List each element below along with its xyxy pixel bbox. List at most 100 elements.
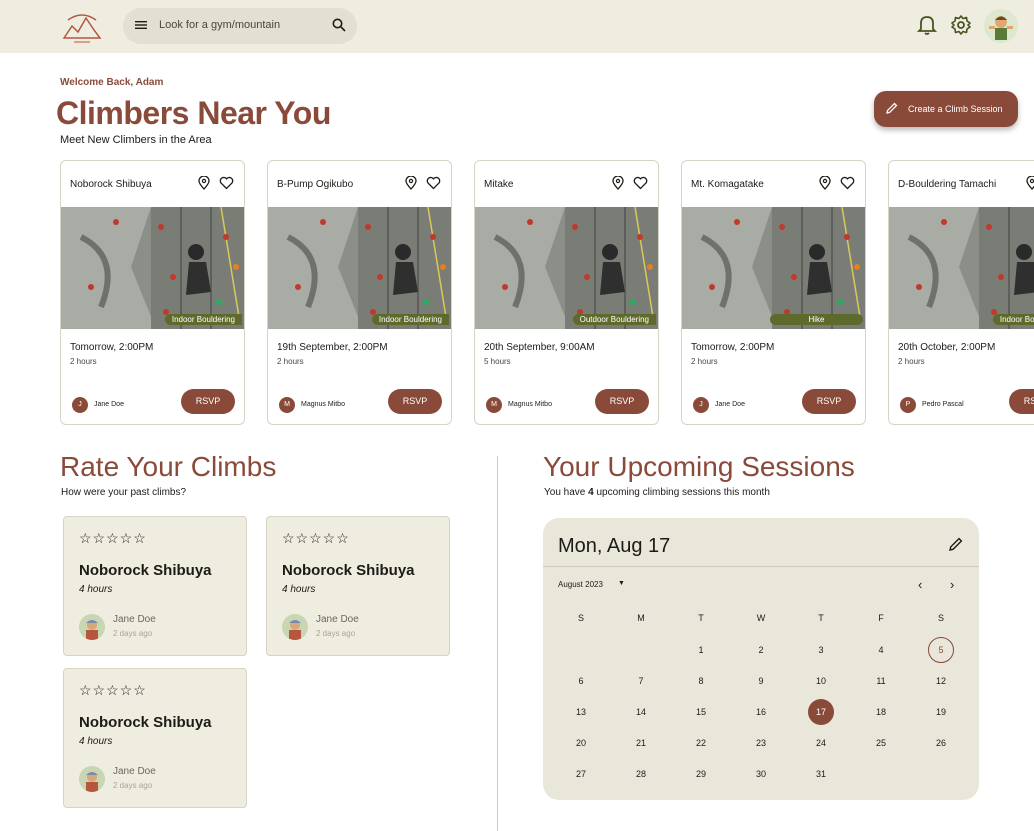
host-name: Magnus Mitbo (301, 401, 345, 408)
favorite-heart-icon[interactable] (633, 176, 648, 195)
calendar-day[interactable]: 21 (628, 730, 654, 756)
activity-tag: Outdoor Bouldering (572, 314, 656, 325)
search-icon[interactable] (331, 17, 347, 33)
calendar-day[interactable]: 24 (808, 730, 834, 756)
climbers-near-you-list: Noborock Shibuya Indoor Bouldering Tomorro… (60, 160, 1034, 426)
climb-hours: 4 hours (282, 584, 316, 595)
upcoming-section-subtitle: You have 4 upcoming climbing sessions th… (544, 487, 770, 498)
calendar-day[interactable]: 27 (568, 761, 594, 787)
calendar-day[interactable]: 5 (928, 637, 954, 663)
calendar-day[interactable]: 3 (808, 637, 834, 663)
climb-logo[interactable] (60, 8, 104, 46)
gear-icon[interactable] (950, 14, 972, 36)
calendar-day[interactable]: 23 (748, 730, 774, 756)
section-divider (497, 456, 498, 831)
calendar-day[interactable]: 20 (568, 730, 594, 756)
rsvp-button[interactable]: RSVP (595, 389, 649, 414)
session-time: 20th October, 2:00PM (898, 342, 996, 353)
session-gym-name: Mitake (484, 179, 514, 190)
rated-time-ago: 2 days ago (113, 781, 153, 790)
edit-icon[interactable] (948, 536, 964, 552)
session-duration: 2 hours (691, 357, 718, 366)
search-bar[interactable]: Look for a gym/mountain (123, 8, 357, 44)
chevron-left-icon[interactable]: ‹ (918, 577, 922, 592)
calendar-day[interactable]: 10 (808, 668, 834, 694)
calendar-day[interactable]: 11 (868, 668, 894, 694)
calendar-day[interactable]: 28 (628, 761, 654, 787)
session-photo: Outdoor Bouldering (475, 207, 658, 329)
menu-icon[interactable] (134, 18, 148, 32)
session-card[interactable]: B-Pump Ogikubo Indoor Bouldering 19th Sept… (267, 160, 452, 425)
session-gym-name: B-Pump Ogikubo (277, 179, 354, 190)
calendar-day[interactable]: 31 (808, 761, 834, 787)
calendar-day[interactable]: 2 (748, 637, 774, 663)
session-card[interactable]: Mt. Komagatake Hike Tomorrow, 2:00PM 2 hour… (681, 160, 866, 425)
rsvp-button[interactable]: RSVP (388, 389, 442, 414)
session-time: Tomorrow, 2:00PM (70, 342, 154, 353)
calendar-day[interactable]: 7 (628, 668, 654, 694)
star-rating-input[interactable]: ☆☆☆☆☆ (79, 530, 147, 547)
create-climb-session-button[interactable]: Create a Climb Session (874, 91, 1018, 127)
session-gym-name: Mt. Komagatake (691, 179, 764, 190)
calendar-day[interactable]: 17 (808, 699, 834, 725)
climber-avatar (282, 614, 308, 640)
calendar-day[interactable]: 1 (688, 637, 714, 663)
calendar-day[interactable]: 26 (928, 730, 954, 756)
rsvp-button[interactable]: RSVP (802, 389, 856, 414)
session-duration: 2 hours (277, 357, 304, 366)
session-card[interactable]: Noborock Shibuya Indoor Bouldering Tomorro… (60, 160, 245, 425)
calendar-day[interactable]: 25 (868, 730, 894, 756)
session-gym-name: D-Bouldering Tamachi (898, 179, 997, 190)
calendar-day[interactable]: 6 (568, 668, 594, 694)
climber-avatar (79, 614, 105, 640)
calendar-day[interactable]: 14 (628, 699, 654, 725)
rate-section-title: Rate Your Climbs (60, 451, 277, 482)
bell-icon[interactable] (917, 14, 937, 36)
month-selector[interactable]: August 2023 (558, 580, 603, 589)
favorite-heart-icon[interactable] (219, 176, 234, 195)
chevron-right-icon[interactable]: › (950, 577, 954, 592)
calendar-day[interactable]: 19 (928, 699, 954, 725)
location-pin-icon[interactable] (611, 175, 625, 195)
location-pin-icon[interactable] (404, 175, 418, 195)
activity-tag: Indoor Bouldering (992, 314, 1034, 325)
calendar-day[interactable]: 29 (688, 761, 714, 787)
host-avatar: J (693, 397, 709, 413)
weekday-label: S (577, 613, 584, 623)
session-photo: Hike (682, 207, 865, 329)
calendar-day[interactable]: 16 (748, 699, 774, 725)
calendar-day[interactable]: 22 (688, 730, 714, 756)
pencil-icon (886, 102, 898, 114)
location-pin-icon[interactable] (1025, 175, 1034, 195)
location-pin-icon[interactable] (818, 175, 832, 195)
calendar-day[interactable]: 13 (568, 699, 594, 725)
star-rating-input[interactable]: ☆☆☆☆☆ (282, 530, 350, 547)
climber-name: Jane Doe (113, 614, 156, 625)
caret-down-icon[interactable]: ▼ (618, 580, 625, 587)
location-pin-icon[interactable] (197, 175, 211, 195)
activity-tag: Hike (770, 314, 863, 325)
calendar-day[interactable]: 30 (748, 761, 774, 787)
rsvp-button[interactable]: RSVP (1009, 389, 1034, 414)
session-card[interactable]: D-Bouldering Tamachi Indoor Bouldering 20t… (888, 160, 1034, 425)
session-card[interactable]: Mitake Outdoor Bouldering 20th September, … (474, 160, 659, 425)
rated-gym-name: Noborock Shibuya (79, 714, 212, 731)
favorite-heart-icon[interactable] (426, 176, 441, 195)
search-input[interactable]: Look for a gym/mountain (159, 19, 280, 31)
weekday-label: M (637, 613, 645, 623)
star-rating-input[interactable]: ☆☆☆☆☆ (79, 682, 147, 699)
rsvp-button[interactable]: RSVP (181, 389, 235, 414)
calendar-divider (543, 566, 979, 567)
welcome-text: Welcome Back, Adam (60, 77, 164, 88)
activity-tag: Indoor Bouldering (164, 314, 242, 325)
weekday-label: W (756, 613, 766, 623)
calendar-day[interactable]: 12 (928, 668, 954, 694)
calendar-day[interactable]: 15 (688, 699, 714, 725)
favorite-heart-icon[interactable] (840, 176, 855, 195)
calendar-day[interactable]: 18 (868, 699, 894, 725)
calendar-day[interactable]: 8 (688, 668, 714, 694)
calendar-day[interactable]: 9 (748, 668, 774, 694)
calendar-day[interactable]: 4 (868, 637, 894, 663)
rate-section-subtitle: How were your past climbs? (61, 487, 187, 498)
user-avatar[interactable] (984, 9, 1018, 43)
